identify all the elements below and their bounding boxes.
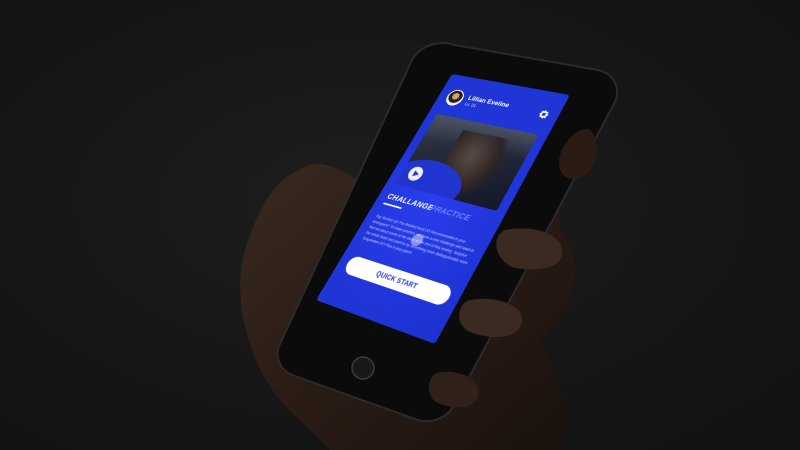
stage: Lillian Eveline Lv. 21 CHALLANGE PRACTIC… [0,0,800,450]
home-button [351,356,375,380]
gear-icon[interactable] [536,109,551,121]
user-level: Lv. 21 [463,101,478,109]
play-triangle [412,170,421,178]
